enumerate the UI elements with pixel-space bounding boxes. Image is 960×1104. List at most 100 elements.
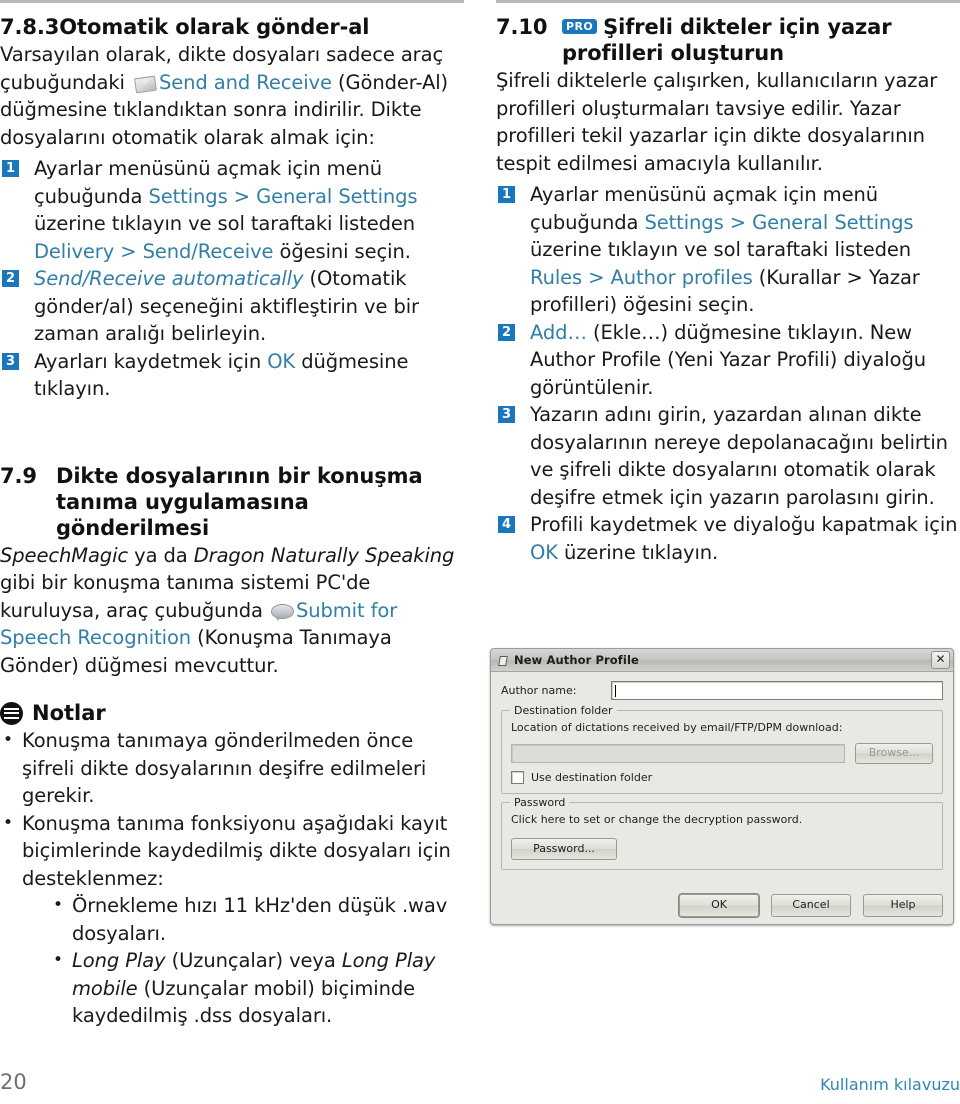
- settings-general-settings-link[interactable]: Settings > General Settings: [644, 211, 913, 234]
- notes-icon: [0, 701, 23, 725]
- password-hint: Click here to set or change the decrypti…: [511, 813, 803, 826]
- destination-folder-group: Destination folder Location of dictation…: [501, 704, 943, 794]
- send-and-receive-link[interactable]: Send and Receive: [159, 71, 332, 94]
- destination-folder-hint: Location of dictations received by email…: [511, 721, 843, 734]
- section-title: Otomatik olarak gönder-al: [59, 15, 370, 39]
- document-label: Kullanım kılavuzu: [820, 1075, 960, 1094]
- list-item: Örnekleme hızı 11 kHz'den düşük .wav dos…: [50, 892, 464, 947]
- speech-bubble-icon: [270, 603, 294, 621]
- dialog-title: New Author Profile: [514, 653, 639, 667]
- notes-sub-list: Örnekleme hızı 11 kHz'den düşük .wav dos…: [50, 892, 464, 1030]
- section-heading-7-10: 7.10 PRO Şifreli dikteler için yazar prof…: [496, 14, 960, 66]
- settings-general-settings-link[interactable]: Settings > General Settings: [148, 185, 417, 208]
- section-number: 7.8.3: [0, 15, 60, 39]
- step-badge: 1: [2, 160, 19, 177]
- step-item: 3 Ayarları kaydetmek için OK düğmesine t…: [0, 348, 464, 403]
- section-title: Dikte dosyalarının bir konuşma tanıma uy…: [56, 463, 423, 540]
- section-number: 7.9: [0, 463, 37, 488]
- notes-header: Notlar: [0, 701, 464, 725]
- notes-list: Konuşma tanımaya gönderilmeden önce şifr…: [0, 727, 464, 1030]
- page-footer: 20 Kullanım kılavuzu: [0, 1070, 960, 1094]
- step-badge: 2: [2, 270, 19, 287]
- dialog-body: Author name: Destination folder Location…: [491, 672, 953, 924]
- step-item: 2 Add… (Ekle…) düğmesine tıklayın. New A…: [496, 319, 960, 402]
- column-top-rule: [0, 0, 464, 3]
- long-play-name: Long Play: [72, 949, 166, 972]
- password-button[interactable]: Password...: [511, 838, 617, 860]
- list-item: Konuşma tanımaya gönderilmeden önce şifr…: [0, 727, 464, 810]
- add-link[interactable]: Add…: [530, 321, 587, 344]
- delivery-send-receive-link[interactable]: Delivery > Send/Receive: [34, 240, 274, 263]
- ok-link[interactable]: OK: [530, 541, 558, 564]
- list-item-text: Örnekleme hızı 11 kHz'den düşük .wav dos…: [72, 894, 448, 945]
- step-text: Ayarları kaydetmek için OK düğmesine tık…: [34, 350, 408, 401]
- step-text-plain: (Ekle…) düğmesine tıklayın. New Author P…: [530, 320, 926, 399]
- steps-list-7-10: 1 Ayarlar menüsünü açmak için menü çubuğ…: [496, 181, 960, 566]
- dialog-titlebar[interactable]: New Author Profile ✕: [491, 649, 953, 672]
- help-button[interactable]: Help: [863, 894, 943, 917]
- step-text-plain: üzerine tıklayın ve sol taraftaki listed…: [530, 238, 912, 261]
- step-text-plain: öğesini seçin.: [273, 239, 411, 263]
- list-item: Long Play (Uzunçalar) veya Long Play mob…: [50, 947, 464, 1030]
- paragraph-plain: ya da: [128, 543, 194, 567]
- close-icon[interactable]: ✕: [931, 651, 950, 669]
- list-item: Konuşma tanıma fonksiyonu aşağıdaki kayı…: [0, 810, 464, 1030]
- left-column: 7.8.3 Otomatik olarak gönder-al Varsayıl…: [0, 0, 464, 1030]
- step-item: 1 Ayarlar menüsünü açmak için menü çubuğ…: [0, 155, 464, 265]
- step-badge: 4: [498, 516, 515, 533]
- step-text-plain: üzerine tıklayın ve sol taraftaki listed…: [34, 212, 416, 235]
- new-author-profile-dialog[interactable]: New Author Profile ✕ Author name: Destin…: [490, 648, 954, 925]
- list-item-text: Konuşma tanıma fonksiyonu aşağıdaki kayı…: [22, 811, 451, 890]
- step-text: Add… (Ekle…) düğmesine tıklayın. New Aut…: [530, 321, 926, 399]
- column-top-rule: [496, 0, 960, 3]
- section-title-with-badge: PRO Şifreli dikteler için yazar profiller…: [562, 14, 960, 66]
- password-group: Password Click here to set or change the…: [501, 796, 943, 870]
- destination-path-input[interactable]: [511, 744, 845, 763]
- send-receive-automatically-link[interactable]: Send/Receive automatically: [34, 267, 304, 290]
- use-destination-folder-label: Use destination folder: [531, 771, 653, 784]
- step-badge: 3: [498, 406, 515, 423]
- author-name-row: Author name:: [501, 681, 943, 700]
- step-badge: 3: [2, 352, 19, 370]
- notes-label: Notlar: [32, 701, 106, 725]
- rules-author-profiles-link[interactable]: Rules > Author profiles: [530, 266, 753, 289]
- pro-badge: PRO: [562, 19, 598, 34]
- destination-folder-legend: Destination folder: [510, 704, 617, 717]
- step-badge: 1: [498, 186, 515, 203]
- step-text-plain: üzerine tıklayın.: [557, 540, 719, 564]
- dragon-name: Dragon Naturally Speaking: [193, 543, 455, 567]
- browse-button[interactable]: Browse...: [855, 743, 933, 764]
- section-number: 7.10: [496, 15, 548, 39]
- section-title: Şifreli dikteler için yazar profilleri o…: [562, 15, 892, 65]
- step-text-plain: Profili kaydetmek ve diyaloğu kapatmak i…: [530, 513, 958, 536]
- use-destination-folder-checkbox[interactable]: [511, 771, 524, 784]
- step-item: 4 Profili kaydetmek ve diyaloğu kapatmak…: [496, 511, 960, 566]
- steps-list-7-8-3: 1 Ayarlar menüsünü açmak için menü çubuğ…: [0, 155, 464, 403]
- step-text: Ayarlar menüsünü açmak için menü çubuğun…: [34, 157, 418, 263]
- text-caret: [615, 685, 616, 697]
- send-receive-envelope-icon: [134, 75, 157, 93]
- ok-link[interactable]: OK: [267, 350, 295, 373]
- intro-paragraph: Varsayılan olarak, dikte dosyaları sadec…: [0, 41, 464, 151]
- ok-button[interactable]: OK: [679, 894, 759, 917]
- author-name-label: Author name:: [501, 684, 577, 697]
- window-icon: [497, 655, 508, 666]
- step-text: Yazarın adını girin, yazardan alınan dik…: [530, 403, 948, 509]
- step-item: 1 Ayarlar menüsünü açmak için menü çubuğ…: [496, 181, 960, 319]
- manual-page: 7.8.3 Otomatik olarak gönder-al Varsayıl…: [0, 0, 960, 1104]
- step-text: Ayarlar menüsünü açmak için menü çubuğun…: [530, 183, 920, 316]
- use-destination-folder-row[interactable]: Use destination folder: [511, 771, 933, 784]
- section-heading-7-9: 7.9 Dikte dosyalarının bir konuşma tanım…: [0, 463, 464, 541]
- step-badge: 2: [498, 323, 515, 341]
- step-text-plain: Ayarları kaydetmek için: [34, 349, 268, 373]
- author-name-input[interactable]: [611, 681, 943, 700]
- intro-paragraph: Şifreli diktelerle çalışırken, kullanıcı…: [496, 69, 938, 175]
- step-item: 3 Yazarın adını girin, yazardan alınan d…: [496, 401, 960, 511]
- speechmagic-name: SpeechMagic: [0, 543, 129, 567]
- cancel-button[interactable]: Cancel: [771, 894, 851, 917]
- destination-path-row: Browse...: [511, 743, 933, 764]
- step-text: Send/Receive automatically (Otomatik gön…: [34, 267, 419, 345]
- list-item-text: (Uzunçalar) veya: [165, 949, 342, 972]
- step-text: Profili kaydetmek ve diyaloğu kapatmak i…: [530, 513, 958, 564]
- password-legend: Password: [510, 796, 570, 809]
